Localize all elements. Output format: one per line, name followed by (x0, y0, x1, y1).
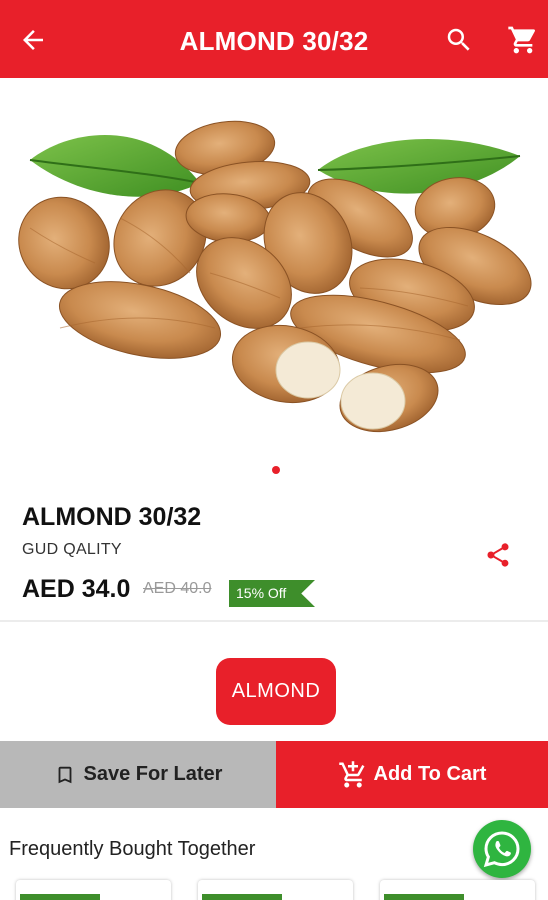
discount-badge: 15% Off (229, 580, 315, 607)
gallery-page-indicator[interactable] (272, 466, 280, 474)
bookmark-icon (58, 766, 71, 783)
whatsapp-button[interactable] (473, 820, 531, 878)
product-subtitle: GUD QALITY (22, 541, 122, 558)
product-price: AED 34.0 (22, 575, 131, 603)
add-to-cart-button[interactable]: Add To Cart (276, 741, 548, 808)
add-cart-icon (338, 760, 364, 787)
search-icon[interactable] (444, 25, 474, 55)
save-for-later-label: Save For Later (83, 763, 223, 785)
add-to-cart-label: Add To Cart (373, 763, 487, 785)
category-chip[interactable]: ALMOND (216, 658, 336, 725)
cart-icon[interactable] (507, 24, 539, 56)
whatsapp-icon (483, 831, 520, 868)
almonds-image (18, 120, 532, 433)
discount-badge (202, 894, 282, 900)
section-title: Frequently Bought Together (9, 838, 256, 860)
save-for-later-button[interactable]: Save For Later (0, 741, 276, 808)
product-name: ALMOND 30/32 (22, 503, 202, 531)
product-old-price: AED 40.0 (143, 580, 212, 597)
app-bar: ALMOND 30/32 (0, 0, 548, 78)
discount-badge (384, 894, 464, 900)
related-product-card[interactable] (380, 880, 535, 900)
discount-badge (20, 894, 100, 900)
share-icon[interactable] (484, 540, 512, 570)
product-image[interactable] (0, 78, 548, 458)
related-product-card[interactable] (16, 880, 171, 900)
related-product-card[interactable] (198, 880, 353, 900)
divider (0, 620, 548, 622)
